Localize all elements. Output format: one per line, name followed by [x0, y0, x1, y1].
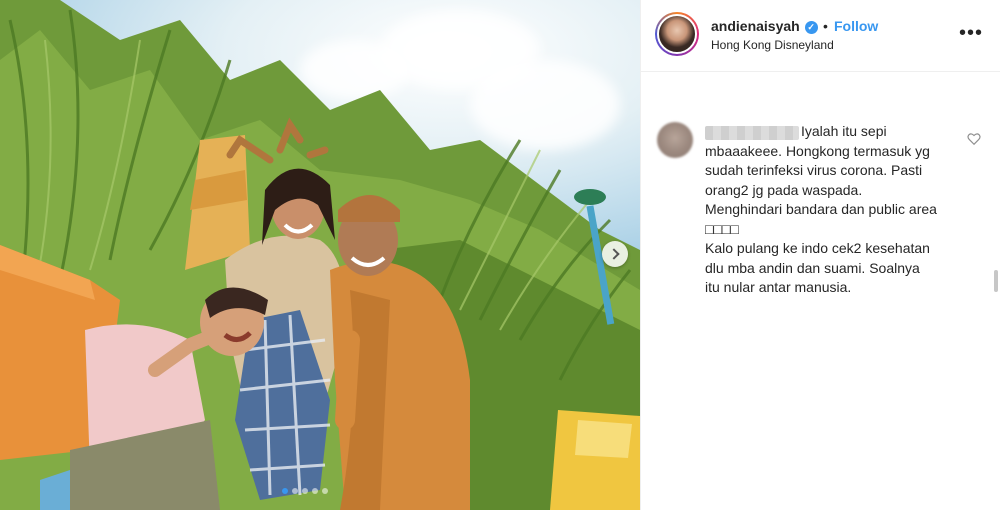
header-separator: • [823, 18, 828, 34]
comments-scrollbar[interactable] [994, 270, 998, 292]
author-username: andienaisyah [711, 18, 800, 34]
author-avatar[interactable] [655, 12, 699, 56]
more-options-icon[interactable]: ••• [959, 22, 983, 45]
follow-button[interactable]: Follow [834, 18, 878, 34]
carousel-dot [312, 488, 318, 494]
post-side-panel: andienaisyah ✓ • Follow Hong Kong Disneyl… [640, 0, 1000, 510]
post-header: andienaisyah ✓ • Follow Hong Kong Disneyl… [641, 0, 1000, 72]
post-photo[interactable] [0, 0, 640, 510]
carousel-dot [322, 488, 328, 494]
author-avatar-image [657, 14, 697, 54]
chevron-right-icon [607, 248, 620, 260]
verified-badge-icon: ✓ [804, 20, 818, 34]
post-location-link[interactable]: Hong Kong Disneyland [711, 38, 834, 52]
author-username-link[interactable]: andienaisyah ✓ [711, 18, 818, 34]
photo-scene [0, 0, 640, 510]
carousel-dot [292, 488, 298, 494]
carousel-dot [302, 488, 308, 494]
carousel-indicator [282, 488, 328, 494]
carousel-next-button[interactable] [602, 241, 628, 267]
heart-icon[interactable] [967, 132, 981, 146]
commenter-avatar[interactable] [657, 122, 693, 158]
comment-text: Iyalah itu sepi mbaaakeee. Hongkong term… [705, 123, 937, 295]
carousel-dot [282, 488, 288, 494]
